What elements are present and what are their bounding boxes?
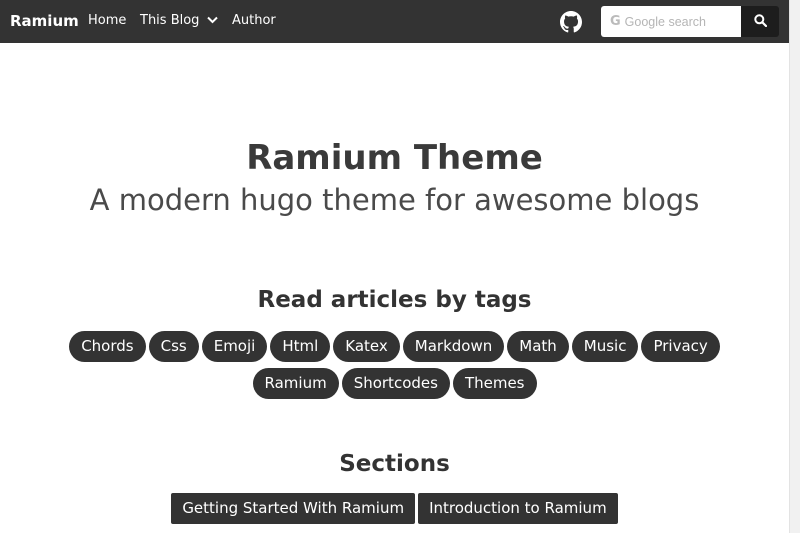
tag-list-row-1: Chords Css Emoji Html Katex Markdown Mat… — [0, 331, 789, 362]
nav-author-link[interactable]: Author — [232, 13, 276, 28]
nav-home-link[interactable]: Home — [88, 13, 126, 28]
hero-subtitle: A modern hugo theme for awesome blogs — [89, 183, 700, 217]
nav-blog-dropdown[interactable]: This Blog — [140, 13, 219, 28]
scrollbar[interactable] — [789, 0, 800, 533]
nav-blog-label: This Blog — [140, 13, 200, 28]
search-icon — [753, 12, 767, 31]
hero-title: Ramium Theme — [246, 138, 543, 178]
tags-heading: Read articles by tags — [257, 287, 532, 313]
tag-math[interactable]: Math — [507, 331, 569, 362]
tag-list-row-2: Ramium Shortcodes Themes — [0, 368, 789, 399]
search-input[interactable] — [624, 14, 735, 29]
page: Ramium Home This Blog Author G Ramium Th… — [0, 0, 800, 533]
tag-emoji[interactable]: Emoji — [201, 331, 268, 362]
navbar: Ramium Home This Blog Author G — [0, 0, 789, 43]
chevron-down-icon — [207, 13, 219, 28]
search-button[interactable] — [741, 6, 779, 37]
tag-chords[interactable]: Chords — [69, 331, 146, 362]
tag-ramium[interactable]: Ramium — [252, 368, 339, 399]
tag-markdown[interactable]: Markdown — [402, 331, 505, 362]
tag-html[interactable]: Html — [270, 331, 331, 362]
sections-heading: Sections — [339, 451, 450, 477]
tag-css[interactable]: Css — [148, 331, 199, 362]
brand-link[interactable]: Ramium — [10, 12, 79, 30]
tag-themes[interactable]: Themes — [452, 368, 537, 399]
section-list: Getting Started With Ramium Introduction… — [0, 493, 789, 524]
github-icon[interactable] — [560, 11, 582, 33]
tag-shortcodes[interactable]: Shortcodes — [341, 368, 450, 399]
tag-music[interactable]: Music — [571, 331, 639, 362]
tag-privacy[interactable]: Privacy — [641, 331, 720, 362]
section-getting-started[interactable]: Getting Started With Ramium — [171, 493, 416, 524]
search-field: G — [601, 6, 741, 37]
google-g-icon: G — [610, 14, 621, 29]
section-introduction[interactable]: Introduction to Ramium — [418, 493, 618, 524]
tag-katex[interactable]: Katex — [333, 331, 400, 362]
